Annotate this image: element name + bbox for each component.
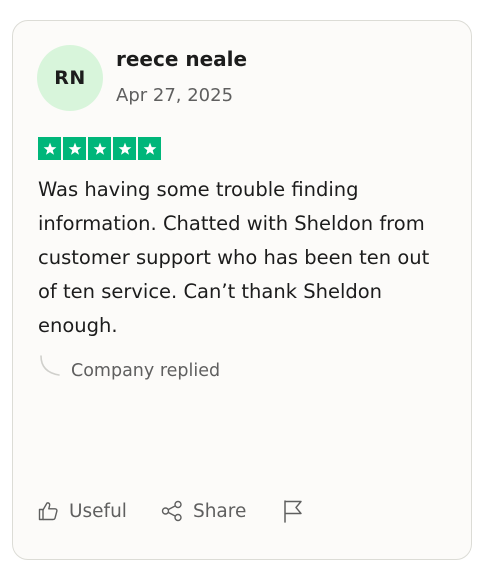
- reviewer-name[interactable]: reece neale: [116, 47, 247, 71]
- star-icon: [113, 137, 136, 160]
- star-icon: [63, 137, 86, 160]
- avatar[interactable]: RN: [37, 45, 103, 111]
- review-actions: Useful Share: [37, 499, 304, 523]
- star-rating: [38, 137, 161, 160]
- useful-label: Useful: [69, 500, 127, 522]
- flag-icon: [284, 500, 303, 523]
- reply-curve-icon: [40, 355, 60, 376]
- share-icon: [161, 500, 182, 522]
- share-label: Share: [192, 500, 247, 522]
- avatar-initials: RN: [54, 67, 86, 89]
- company-reply-indicator[interactable]: Company replied: [39, 355, 220, 381]
- report-button[interactable]: [282, 499, 304, 523]
- useful-button[interactable]: Useful: [37, 500, 127, 522]
- star-icon: [138, 137, 161, 160]
- star-icon: [88, 137, 111, 160]
- share-button[interactable]: Share: [161, 500, 246, 522]
- review-date: Apr 27, 2025: [116, 85, 234, 106]
- reply-label: Company replied: [71, 361, 221, 381]
- thumbs-up-icon: [38, 502, 58, 521]
- review-card: RN reece neale Apr 27, 2025 Was having s…: [12, 20, 472, 560]
- star-icon: [38, 137, 61, 160]
- review-text: Was having some trouble finding informat…: [38, 178, 430, 337]
